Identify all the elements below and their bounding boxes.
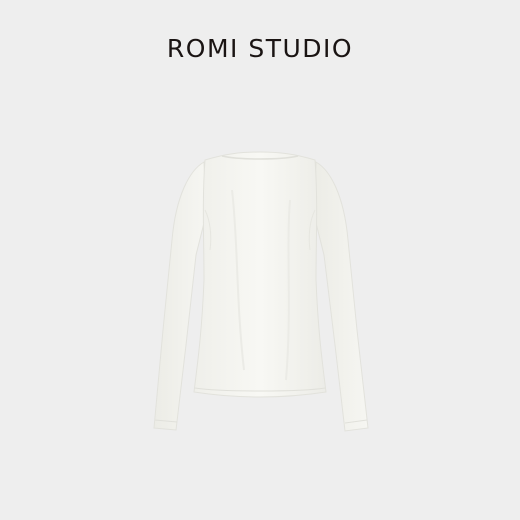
shirt-body <box>193 151 327 398</box>
long-sleeve-tshirt-image <box>153 151 369 432</box>
product-image-page: ROMI STUDIO <box>0 0 520 520</box>
